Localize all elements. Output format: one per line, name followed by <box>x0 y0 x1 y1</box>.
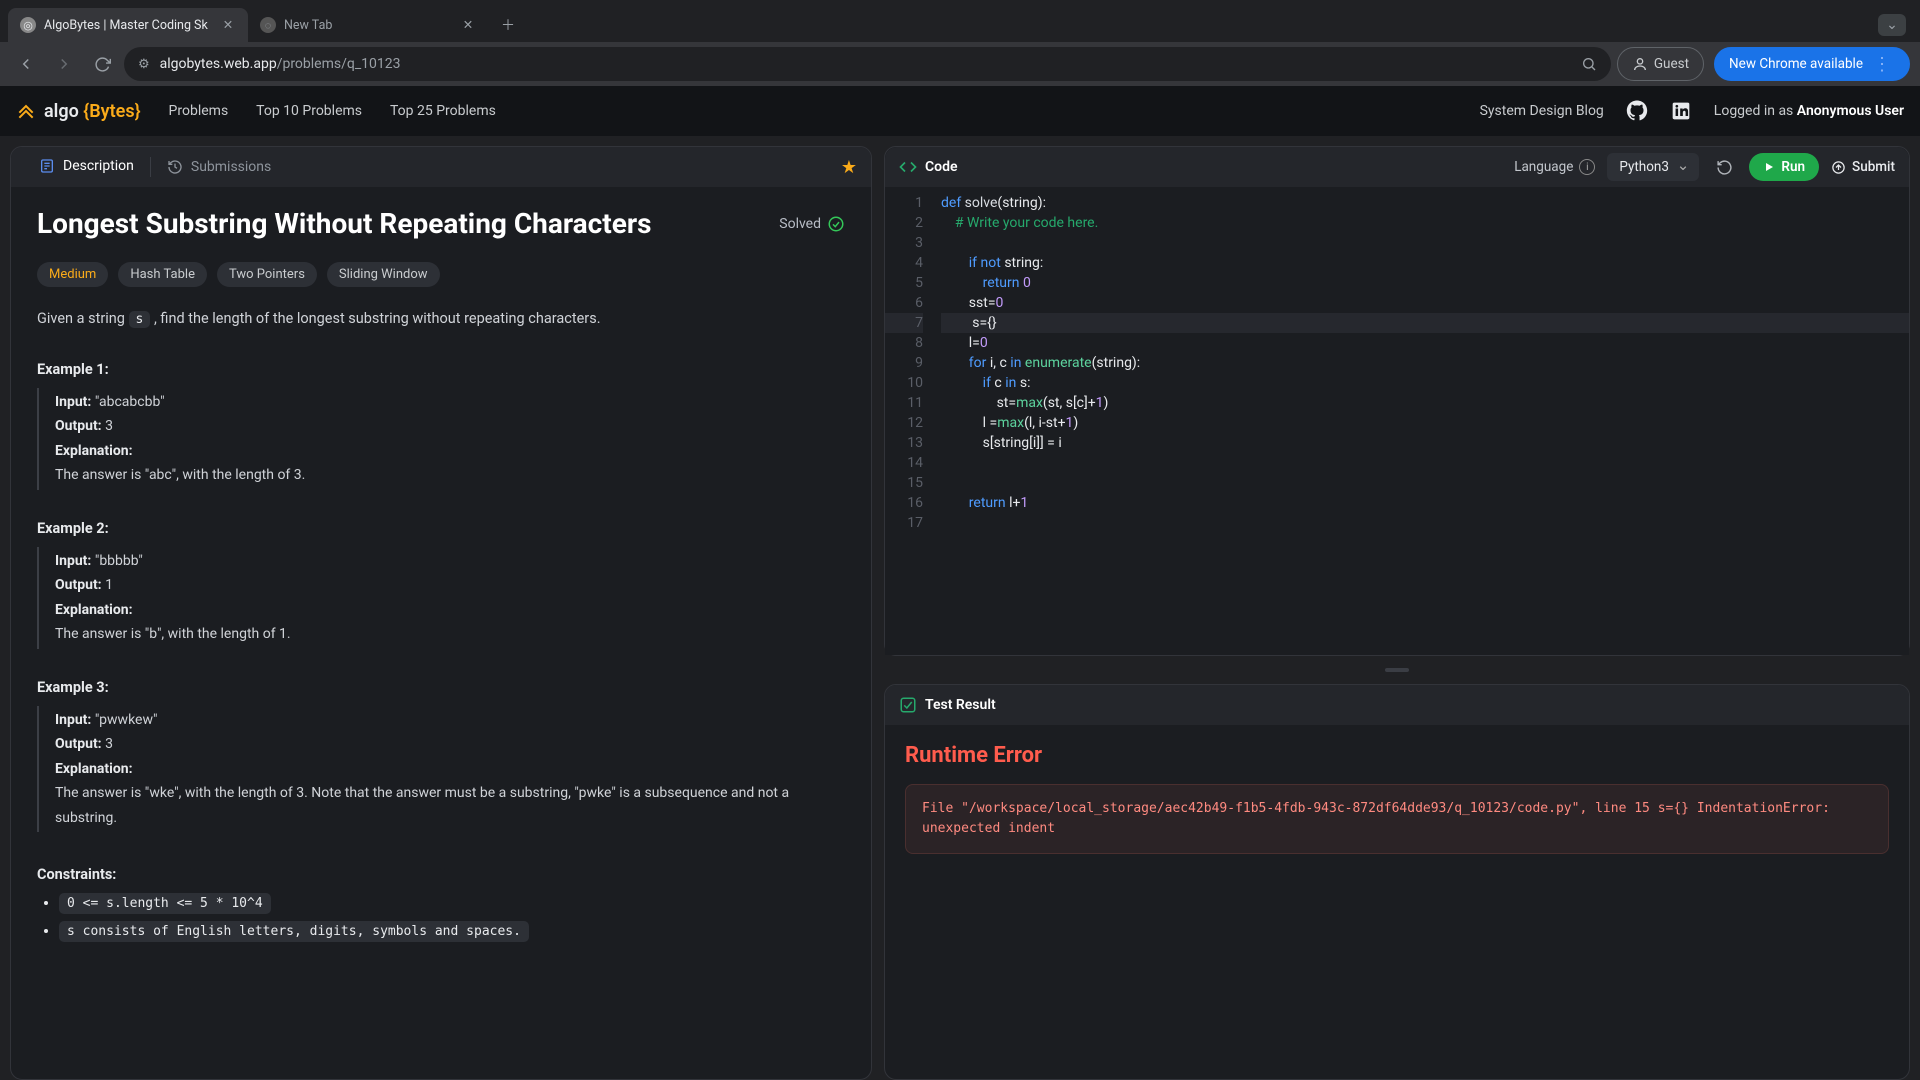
language-label: Language i <box>1514 159 1595 175</box>
constraints: Constraints: 0 <= s.length <= 5 * 10^4 s… <box>37 866 845 939</box>
logo[interactable]: algo {Bytes} <box>16 101 141 122</box>
kebab-icon: ⋮ <box>1869 54 1895 75</box>
tab-description-label: Description <box>63 158 134 174</box>
code-panel: Code Language i Python3 <box>884 146 1910 656</box>
brand-text-1: algo <box>44 101 83 122</box>
difficulty-tag: Medium <box>37 262 108 287</box>
tab-submissions-label: Submissions <box>191 159 271 175</box>
language-select[interactable]: Python3 <box>1607 153 1699 181</box>
logo-icon <box>16 101 36 121</box>
constraints-heading: Constraints: <box>37 866 845 883</box>
app-header: algo {Bytes} Problems Top 10 Problems To… <box>0 86 1920 136</box>
problem-statement: Given a string s , find the length of th… <box>37 307 845 331</box>
tab-title: AlgoBytes | Master Coding Sk <box>44 18 212 33</box>
tag-row: Medium Hash Table Two Pointers Sliding W… <box>37 262 845 287</box>
tab-description[interactable]: Description <box>25 147 148 187</box>
github-icon[interactable] <box>1626 100 1648 122</box>
browser-tab-active[interactable]: ◎ AlgoBytes | Master Coding Sk ✕ <box>8 8 248 42</box>
reload-button[interactable] <box>86 48 118 80</box>
panel-resize-handle[interactable] <box>884 666 1910 674</box>
result-header-label: Test Result <box>925 697 996 713</box>
linkedin-icon[interactable] <box>1670 100 1692 122</box>
nav-top25[interactable]: Top 25 Problems <box>390 103 496 119</box>
new-tab-button[interactable]: ＋ <box>494 11 522 39</box>
star-icon[interactable]: ★ <box>841 157 857 178</box>
zoom-icon[interactable] <box>1581 56 1597 72</box>
nav-system-design[interactable]: System Design Blog <box>1480 103 1604 119</box>
tab-close-icon[interactable]: ✕ <box>460 17 476 33</box>
example-heading: Example 1: <box>37 361 845 378</box>
submit-button[interactable]: Submit <box>1831 159 1895 175</box>
favicon-icon: ◌ <box>260 17 276 33</box>
inline-code: s <box>129 311 151 328</box>
back-button[interactable] <box>10 48 42 80</box>
check-square-icon <box>899 696 917 714</box>
example-heading: Example 3: <box>37 679 845 696</box>
chrome-update-button[interactable]: New Chrome available ⋮ <box>1714 47 1910 81</box>
browser-toolbar: ⚙ algobytes.web.app/problems/q_10123 Gue… <box>0 42 1920 86</box>
code-header-label: Code <box>925 159 958 175</box>
guest-label: Guest <box>1654 56 1689 72</box>
nav-top10[interactable]: Top 10 Problems <box>256 103 362 119</box>
forward-button[interactable] <box>48 48 80 80</box>
divider <box>150 157 151 177</box>
constraint-item: 0 <= s.length <= 5 * 10^4 <box>59 895 845 911</box>
url-path: /problems/q_10123 <box>277 56 401 72</box>
history-icon <box>167 159 183 175</box>
code-editor[interactable]: 1234567891011121314151617 def solve(stri… <box>885 187 1909 655</box>
browser-tab-inactive[interactable]: ◌ New Tab ✕ <box>248 8 488 42</box>
result-panel: Test Result Runtime Error File "/workspa… <box>884 684 1910 1080</box>
header-nav: Problems Top 10 Problems Top 25 Problems <box>169 103 496 119</box>
brand-text-2: {Bytes} <box>83 101 140 122</box>
description-icon <box>39 158 55 174</box>
example: Example 2: Input: "bbbbb" Output: 1 Expl… <box>37 520 845 649</box>
error-message: File "/workspace/local_storage/aec42b49-… <box>905 784 1889 854</box>
left-subtabs: Description Submissions ★ <box>11 147 871 187</box>
code-lines[interactable]: def solve(string): # Write your code her… <box>933 193 1909 649</box>
solved-badge: Solved <box>779 215 845 233</box>
guest-profile-button[interactable]: Guest <box>1617 47 1704 81</box>
login-status: Logged in as Anonymous User <box>1714 103 1904 119</box>
example-heading: Example 2: <box>37 520 845 537</box>
topic-tag[interactable]: Two Pointers <box>217 262 317 287</box>
description-body[interactable]: Longest Substring Without Repeating Char… <box>11 187 871 979</box>
update-label: New Chrome available <box>1729 56 1863 72</box>
example: Example 3: Input: "pwwkew" Output: 3 Exp… <box>37 679 845 833</box>
info-icon[interactable]: i <box>1579 159 1595 175</box>
run-button[interactable]: Run <box>1749 153 1819 181</box>
tab-close-icon[interactable]: ✕ <box>220 17 236 33</box>
description-panel: Description Submissions ★ Longest Substr… <box>10 146 872 1080</box>
site-settings-icon[interactable]: ⚙ <box>138 57 150 72</box>
topic-tag[interactable]: Sliding Window <box>327 262 440 287</box>
topic-tag[interactable]: Hash Table <box>118 262 207 287</box>
code-icon <box>899 158 917 176</box>
problem-title: Longest Substring Without Repeating Char… <box>37 207 651 240</box>
reset-code-icon[interactable] <box>1711 154 1737 180</box>
example: Example 1: Input: "abcabcbb" Output: 3 E… <box>37 361 845 490</box>
constraint-item: s consists of English letters, digits, s… <box>59 923 845 939</box>
nav-problems[interactable]: Problems <box>169 103 229 119</box>
url-host: algobytes.web.app <box>160 56 277 72</box>
error-title: Runtime Error <box>905 743 1889 768</box>
check-circle-icon <box>827 215 845 233</box>
line-gutter: 1234567891011121314151617 <box>885 193 933 649</box>
favicon-icon: ◎ <box>20 17 36 33</box>
address-bar[interactable]: ⚙ algobytes.web.app/problems/q_10123 <box>124 47 1611 81</box>
browser-tab-strip: ◎ AlgoBytes | Master Coding Sk ✕ ◌ New T… <box>0 0 1920 42</box>
tab-title: New Tab <box>284 18 452 33</box>
tab-submissions[interactable]: Submissions <box>153 147 285 187</box>
window-dropdown-icon[interactable]: ⌄ <box>1878 14 1906 36</box>
